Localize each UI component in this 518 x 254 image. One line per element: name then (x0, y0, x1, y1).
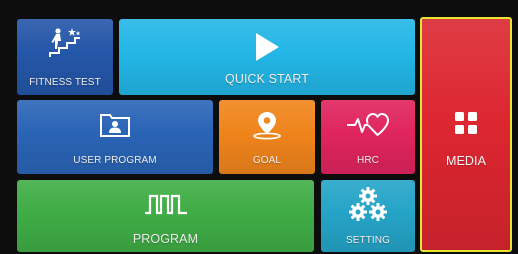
location-pin-icon (253, 112, 281, 140)
stairs-stars-icon (49, 28, 81, 57)
goal-tile[interactable]: GOAL (219, 100, 315, 174)
program-label: PROGRAM (132, 232, 199, 246)
quick-start-label: QUICK START (225, 72, 309, 86)
play-icon (256, 33, 279, 61)
goal-label: GOAL (252, 155, 282, 166)
media-label: MEDIA (445, 154, 487, 168)
quick-start-tile[interactable]: QUICK START (119, 19, 415, 95)
program-tile[interactable]: PROGRAM (17, 180, 314, 252)
fitness-test-label: FITNESS TEST (29, 77, 101, 88)
grid-icon (455, 112, 477, 134)
setting-label: SETTING (345, 235, 391, 246)
fitness-test-tile[interactable]: FITNESS TEST (17, 19, 113, 95)
heartbeat-icon (347, 113, 389, 136)
user-folder-icon (100, 114, 130, 137)
square-wave-icon (144, 194, 187, 215)
setting-tile[interactable]: SETTING (321, 180, 415, 252)
media-tile[interactable]: MEDIA (420, 17, 512, 252)
gears-icon (349, 187, 387, 221)
hrc-tile[interactable]: HRC (321, 100, 415, 174)
user-program-label: USER PROGRAM (73, 155, 157, 166)
hrc-label: HRC (357, 155, 379, 166)
user-program-tile[interactable]: USER PROGRAM (17, 100, 213, 174)
